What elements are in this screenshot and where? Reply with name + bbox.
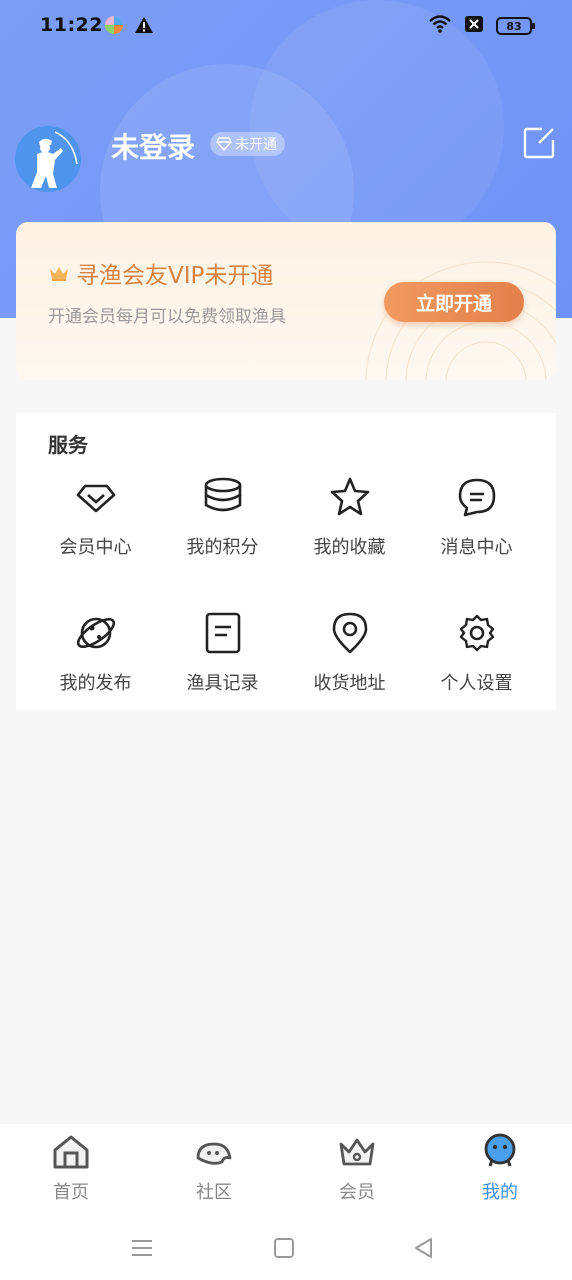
service-member-center[interactable]: 会员中心	[32, 475, 159, 559]
service-label: 我的收藏	[313, 537, 386, 558]
service-label: 会员中心	[59, 537, 132, 558]
service-shipping-address[interactable]: 收货地址	[286, 611, 413, 695]
alert-icon	[134, 15, 154, 39]
tab-home[interactable]: 首页	[21, 1132, 121, 1204]
gear-icon	[459, 614, 494, 652]
tab-community[interactable]: 社区	[164, 1132, 264, 1204]
status-bar: 11:22 83	[0, 0, 572, 52]
service-label: 渔具记录	[186, 673, 259, 694]
home-icon	[53, 1135, 89, 1169]
service-my-favorites[interactable]: 我的收藏	[286, 475, 413, 559]
status-time: 11:22	[40, 14, 103, 36]
vip-status-badge: 未开通	[210, 132, 285, 156]
diamond-icon	[216, 137, 232, 151]
menu-nav-button[interactable]	[128, 1234, 156, 1262]
username[interactable]: 未登录	[111, 126, 195, 166]
activate-vip-button[interactable]: 立即开通	[384, 282, 524, 322]
tab-label: 社区	[196, 1182, 232, 1203]
vip-subtitle: 开通会员每月可以免费领取渔具	[48, 307, 286, 327]
tab-member[interactable]: 会员	[307, 1132, 407, 1204]
service-my-points[interactable]: 我的积分	[159, 475, 286, 559]
service-message-center[interactable]: 消息中心	[413, 475, 540, 559]
vip-title: 寻渔会友VIP未开通	[48, 256, 273, 290]
app-icon	[104, 15, 124, 39]
planet-icon	[76, 617, 115, 649]
service-label: 我的发布	[59, 673, 132, 694]
vip-title-text: 寻渔会友VIP未开通	[76, 263, 274, 289]
tab-label: 首页	[53, 1182, 89, 1203]
star-icon	[330, 477, 369, 516]
service-gear-records[interactable]: 渔具记录	[159, 611, 286, 695]
services-panel: 服务 会员中心 我的积分 我的收藏 消息中心 我的发布 渔具记录 收货地址 个人…	[16, 413, 556, 710]
community-icon	[196, 1142, 232, 1165]
diamond-icon	[76, 484, 115, 513]
services-title: 服务	[48, 433, 88, 457]
tab-label: 会员	[339, 1182, 375, 1203]
crown-icon	[50, 267, 68, 281]
bottom-tab-bar: 首页 社区 会员 我的	[0, 1124, 572, 1216]
vip-card: 寻渔会友VIP未开通 开通会员每月可以免费领取渔具 立即开通	[16, 222, 556, 380]
tab-mine[interactable]: 我的	[450, 1132, 550, 1204]
service-personal-settings[interactable]: 个人设置	[413, 611, 540, 695]
service-label: 收货地址	[313, 673, 386, 694]
x-app-icon	[464, 15, 484, 37]
edit-profile-button[interactable]	[522, 126, 556, 160]
square-icon	[274, 1238, 294, 1258]
profile-face-icon	[484, 1133, 516, 1167]
avatar[interactable]	[15, 126, 81, 192]
document-icon	[205, 612, 240, 654]
service-label: 个人设置	[440, 673, 513, 694]
edit-icon	[523, 127, 555, 159]
wifi-icon	[428, 14, 452, 38]
back-nav-button[interactable]	[410, 1234, 438, 1262]
chat-icon	[458, 478, 495, 517]
fisherman-avatar-icon	[15, 126, 81, 192]
location-pin-icon	[332, 612, 367, 654]
service-label: 消息中心	[440, 537, 513, 558]
back-triangle-icon	[415, 1238, 432, 1258]
service-label: 我的积分	[186, 537, 259, 558]
vip-badge-label: 未开通	[235, 137, 277, 153]
crown-icon	[339, 1138, 375, 1166]
system-navigation-bar	[0, 1216, 572, 1280]
home-nav-button[interactable]	[270, 1234, 298, 1262]
battery-icon: 83	[496, 17, 535, 35]
coins-icon	[204, 477, 241, 512]
service-my-posts[interactable]: 我的发布	[32, 611, 159, 695]
menu-icon	[132, 1240, 152, 1256]
tab-label: 我的	[482, 1182, 518, 1203]
